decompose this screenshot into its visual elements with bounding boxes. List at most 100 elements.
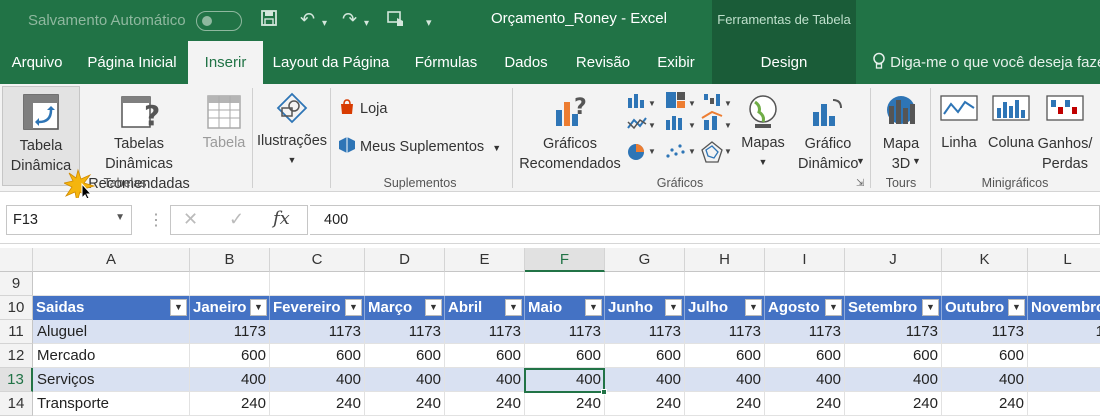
- tab-layout-da-pagina[interactable]: Layout da Página: [266, 41, 396, 84]
- filter-dropdown-icon[interactable]: ▼: [345, 299, 362, 316]
- row-header-12[interactable]: 12: [0, 344, 33, 368]
- table-header-cell[interactable]: Agosto ▼: [765, 296, 845, 320]
- value-cell[interactable]: 600: [525, 344, 605, 368]
- table-header-cell[interactable]: Setembro ▼: [845, 296, 942, 320]
- row-label-cell[interactable]: Transporte: [33, 392, 190, 416]
- cell[interactable]: [525, 272, 605, 296]
- value-cell[interactable]: 600: [765, 344, 845, 368]
- filter-dropdown-icon[interactable]: ▼: [585, 299, 602, 316]
- table-header-cell[interactable]: Fevereiro ▼: [270, 296, 365, 320]
- tab-design[interactable]: Design: [740, 41, 828, 84]
- value-cell[interactable]: 600: [845, 344, 942, 368]
- column-header-a[interactable]: A: [33, 248, 190, 272]
- value-cell[interactable]: 240: [685, 392, 765, 416]
- sparkline-line-button[interactable]: Linha: [934, 92, 984, 153]
- value-cell[interactable]: 600: [270, 344, 365, 368]
- value-cell[interactable]: 600: [365, 344, 445, 368]
- cell[interactable]: [1028, 272, 1100, 296]
- value-cell[interactable]: 240: [765, 392, 845, 416]
- value-cell[interactable]: 1173: [765, 320, 845, 344]
- value-cell[interactable]: 1173: [365, 320, 445, 344]
- value-cell[interactable]: 240: [942, 392, 1028, 416]
- value-cell[interactable]: 240: [525, 392, 605, 416]
- value-cell[interactable]: 1173: [525, 320, 605, 344]
- filter-dropdown-icon[interactable]: ▼: [250, 299, 267, 316]
- value-cell[interactable]: 240: [845, 392, 942, 416]
- table-button[interactable]: Tabela: [200, 92, 248, 153]
- tell-me-box[interactable]: Diga-me o que você deseja fazer: [872, 41, 1100, 84]
- row-header-10[interactable]: 10: [0, 296, 33, 320]
- value-cell[interactable]: 1173: [445, 320, 525, 344]
- table-header-cell[interactable]: Março ▼: [365, 296, 445, 320]
- column-header-d[interactable]: D: [365, 248, 445, 272]
- tab-inserir[interactable]: Inserir: [188, 41, 263, 84]
- column-header-f[interactable]: F: [525, 248, 605, 272]
- tab-dados[interactable]: Dados: [496, 41, 556, 84]
- value-cell[interactable]: 400: [525, 368, 605, 392]
- value-cell[interactable]: 400: [605, 368, 685, 392]
- column-header-e[interactable]: E: [445, 248, 525, 272]
- value-cell[interactable]: 240: [270, 392, 365, 416]
- table-header-cell[interactable]: Julho ▼: [685, 296, 765, 320]
- undo-dropdown-icon[interactable]: ▾: [322, 14, 327, 34]
- sparkline-winloss-button[interactable]: Ganhos/ Perdas: [1036, 92, 1094, 174]
- tab-exibir[interactable]: Exibir: [646, 41, 706, 84]
- row-label-cell[interactable]: Serviços: [33, 368, 190, 392]
- dialog-launcher-icon[interactable]: ⇲: [856, 178, 864, 189]
- value-cell[interactable]: 1173: [942, 320, 1028, 344]
- value-cell[interactable]: 1173: [685, 320, 765, 344]
- value-cell[interactable]: [1028, 392, 1100, 416]
- value-cell[interactable]: 400: [685, 368, 765, 392]
- cell[interactable]: [270, 272, 365, 296]
- select-all-corner[interactable]: [0, 248, 33, 272]
- undo-icon[interactable]: ↶: [300, 9, 315, 29]
- filter-dropdown-icon[interactable]: ▼: [922, 299, 939, 316]
- filter-dropdown-icon[interactable]: ▼: [745, 299, 762, 316]
- value-cell[interactable]: 1173: [190, 320, 270, 344]
- cell[interactable]: [942, 272, 1028, 296]
- save-icon[interactable]: [260, 9, 278, 31]
- value-cell[interactable]: 1: [1028, 320, 1100, 344]
- maps-button[interactable]: Mapas ▼: [738, 92, 788, 172]
- column-header-h[interactable]: H: [685, 248, 765, 272]
- row-label-cell[interactable]: Aluguel: [33, 320, 190, 344]
- cell[interactable]: [365, 272, 445, 296]
- insert-function-icon[interactable]: fx: [273, 208, 290, 229]
- pivot-table-button[interactable]: Tabela Dinâmica: [4, 92, 78, 176]
- row-header-11[interactable]: 11: [0, 320, 33, 344]
- value-cell[interactable]: 400: [845, 368, 942, 392]
- value-cell[interactable]: 240: [605, 392, 685, 416]
- cell[interactable]: [765, 272, 845, 296]
- autosave-toggle[interactable]: [196, 11, 242, 31]
- value-cell[interactable]: 400: [190, 368, 270, 392]
- touch-mode-icon[interactable]: [386, 9, 406, 33]
- value-cell[interactable]: 400: [942, 368, 1028, 392]
- name-box[interactable]: F13 ▼: [6, 205, 132, 235]
- value-cell[interactable]: 600: [942, 344, 1028, 368]
- cell[interactable]: [685, 272, 765, 296]
- value-cell[interactable]: 600: [605, 344, 685, 368]
- value-cell[interactable]: 240: [365, 392, 445, 416]
- my-addins-button[interactable]: Meus Suplementos ▼: [338, 136, 501, 158]
- value-cell[interactable]: 1173: [270, 320, 365, 344]
- value-cell[interactable]: [1028, 344, 1100, 368]
- tab-pagina-inicial[interactable]: Página Inicial: [78, 41, 186, 84]
- value-cell[interactable]: 1173: [605, 320, 685, 344]
- tab-revisao[interactable]: Revisão: [566, 41, 640, 84]
- value-cell[interactable]: 400: [365, 368, 445, 392]
- table-header-cell[interactable]: Abril ▼: [445, 296, 525, 320]
- table-header-cell[interactable]: Outubro ▼: [942, 296, 1028, 320]
- table-header-cell[interactable]: Saidas ▼: [33, 296, 190, 320]
- filter-dropdown-icon[interactable]: ▼: [665, 299, 682, 316]
- column-header-j[interactable]: J: [845, 248, 942, 272]
- filter-dropdown-icon[interactable]: ▼: [505, 299, 522, 316]
- value-cell[interactable]: 1173: [845, 320, 942, 344]
- cell[interactable]: [445, 272, 525, 296]
- cell[interactable]: [190, 272, 270, 296]
- value-cell[interactable]: 600: [685, 344, 765, 368]
- filter-dropdown-icon[interactable]: ▼: [1008, 299, 1025, 316]
- value-cell[interactable]: 240: [445, 392, 525, 416]
- confirm-icon[interactable]: ✓: [229, 209, 244, 230]
- column-header-l[interactable]: L: [1028, 248, 1100, 272]
- row-header-13[interactable]: 13: [0, 368, 33, 392]
